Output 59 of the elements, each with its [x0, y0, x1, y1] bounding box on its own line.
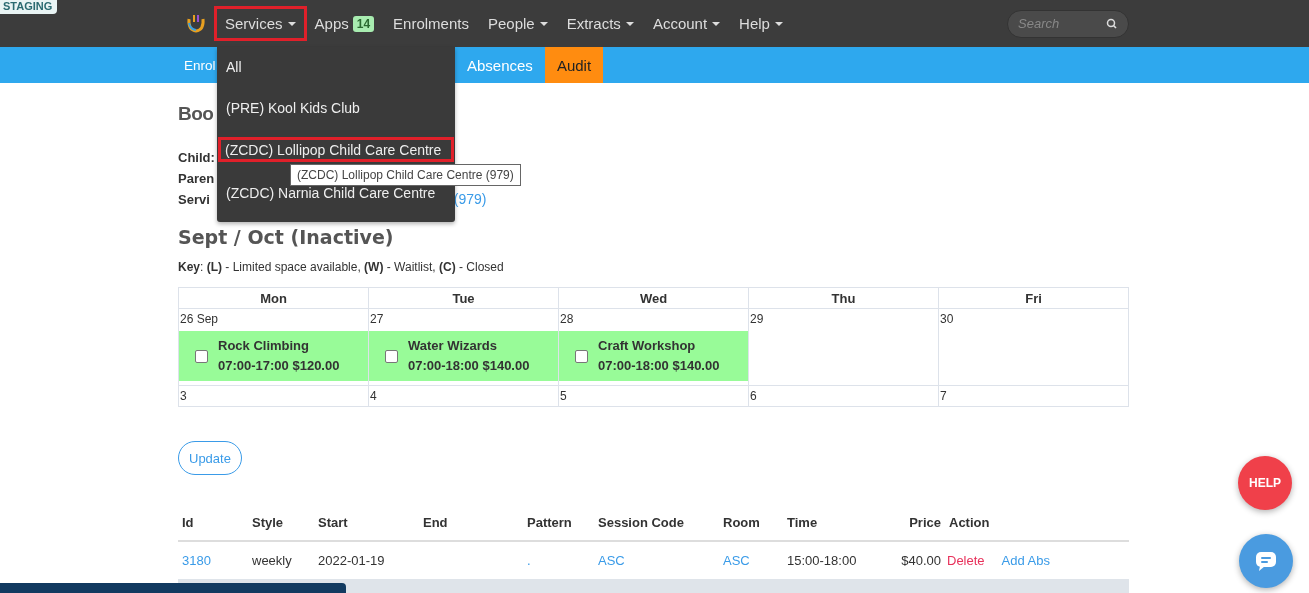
- table-cell: 15:00-18:00: [787, 553, 857, 568]
- checkbox[interactable]: [385, 349, 398, 363]
- session-time-price: 07:00-18:00 $140.00: [408, 357, 530, 375]
- date-label: 3: [179, 388, 188, 405]
- page-heading: Boo: [178, 102, 214, 126]
- date-label: 27: [369, 311, 385, 328]
- session-name: Water Wizards: [408, 337, 498, 355]
- day-header: Mon: [178, 287, 369, 309]
- column-header: Style: [248, 505, 314, 541]
- checkbox[interactable]: [575, 349, 588, 363]
- column-header: Session Code: [594, 505, 719, 541]
- column-header: Time: [783, 505, 877, 541]
- count-badge: 14: [352, 15, 375, 32]
- tooltip: (ZCDC) Lollipop Child Care Centre (979): [290, 164, 521, 186]
- delete-link[interactable]: Delete: [947, 553, 985, 568]
- tab[interactable]: Audit: [544, 47, 604, 83]
- menu-item[interactable]: (PRE) Kool Kids Club: [221, 87, 451, 127]
- checkbox[interactable]: [195, 349, 208, 363]
- column-header: Start: [314, 505, 419, 541]
- column-header: Room: [719, 505, 783, 541]
- date-label: 5: [559, 388, 568, 405]
- field-label: Paren: [178, 170, 215, 188]
- help-button[interactable]: HELP: [1238, 456, 1292, 510]
- field-label: Servi: [178, 191, 210, 209]
- date-label: 26 Sep: [179, 311, 220, 328]
- period-heading: Sept / Oct (Inactive): [178, 226, 395, 250]
- search-field[interactable]: Search: [1007, 9, 1129, 38]
- chat-button[interactable]: [1239, 534, 1293, 588]
- menu-item[interactable]: All: [221, 47, 451, 87]
- column-header: Pattern: [523, 505, 594, 541]
- day-header: Fri: [938, 287, 1129, 309]
- table-cell: weekly: [252, 553, 292, 568]
- environment-badge: STAGING: [0, 0, 58, 14]
- date-label: 30: [939, 311, 955, 328]
- day-header: Tue: [368, 287, 559, 309]
- day-header: Thu: [748, 287, 939, 309]
- table-cell: $40.00: [901, 553, 941, 568]
- session-name: Rock Climbing: [218, 337, 310, 355]
- menu-item[interactable]: (ZCDC) Lollipop Child Care Centre: [218, 137, 454, 162]
- chat-icon: [1255, 550, 1277, 572]
- session-name: Craft Workshop: [598, 337, 697, 355]
- key-legend: Key: (L) - Limited space available, (W) - Waitlist, (C) - Closed: [178, 260, 1128, 274]
- column-header: Id: [178, 505, 248, 541]
- column-header: Action: [945, 505, 1129, 541]
- nav-menu-item[interactable]: Services: [214, 6, 307, 41]
- date-label: 28: [559, 311, 575, 328]
- logo-icon: [185, 12, 207, 35]
- date-label: 7: [939, 388, 948, 405]
- column-header: Price: [877, 505, 945, 541]
- day-header: Wed: [558, 287, 749, 309]
- date-label: 4: [369, 388, 378, 405]
- date-label: 6: [749, 388, 758, 405]
- session-time-price: 07:00-17:00 $120.00: [218, 357, 340, 375]
- column-header: End: [419, 505, 523, 541]
- session-time-price: 07:00-18:00 $140.00: [598, 357, 720, 375]
- search-icon: [1106, 17, 1117, 29]
- field-label: Child:: [178, 149, 215, 167]
- table-cell: 2022-01-19: [318, 553, 385, 568]
- date-label: 29: [749, 311, 765, 328]
